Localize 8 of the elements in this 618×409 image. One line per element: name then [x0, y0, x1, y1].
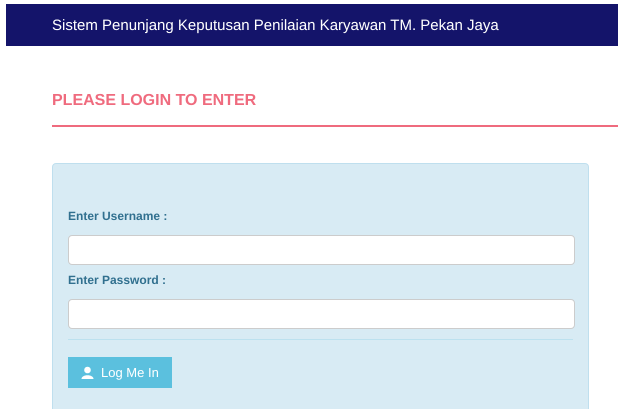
login-button[interactable]: Log Me In [68, 357, 172, 388]
user-icon [81, 366, 94, 379]
app-title: Sistem Penunjang Keputusan Penilaian Karyawan TM. Pekan Jaya [52, 16, 499, 34]
password-field[interactable] [68, 299, 575, 329]
field-label: Enter Password : [68, 273, 168, 287]
field-label: Enter Username : [68, 209, 168, 223]
username-field[interactable] [68, 235, 575, 265]
login-heading: PLEASE LOGIN TO ENTER [52, 92, 258, 110]
